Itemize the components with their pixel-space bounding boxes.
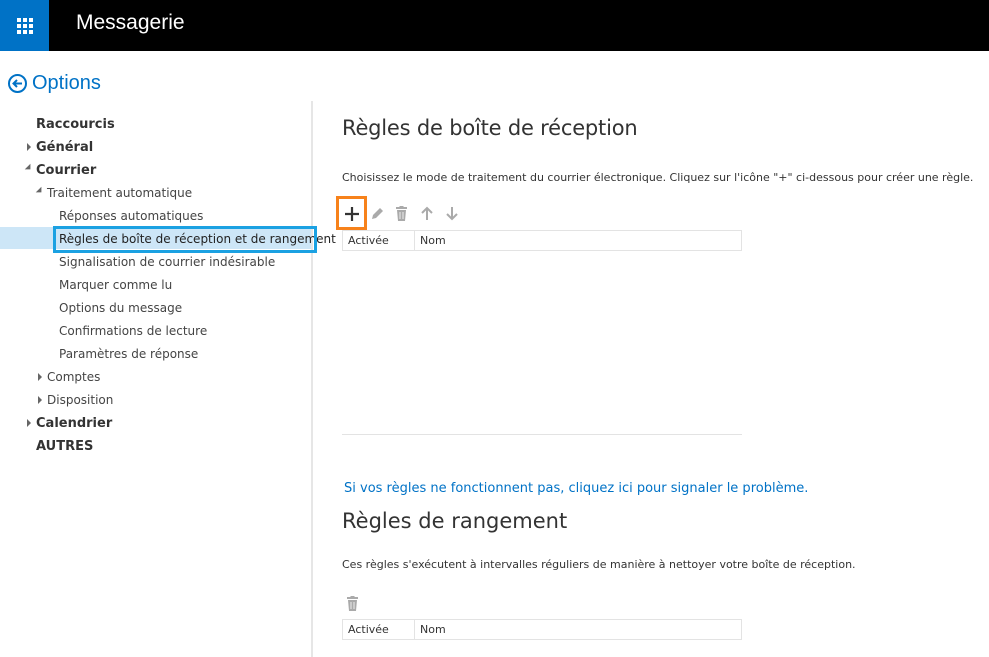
inbox-rules-table-header: Activée Nom bbox=[342, 230, 742, 251]
plus-icon[interactable] bbox=[344, 206, 360, 222]
options-back-link[interactable]: Options bbox=[8, 72, 101, 95]
sidebar-item-parametres[interactable]: Paramètres de réponse bbox=[59, 347, 198, 361]
app-launcher-icon bbox=[16, 17, 33, 34]
app-title: Messagerie bbox=[76, 11, 185, 34]
report-problem-link[interactable]: Si vos règles ne fonctionnent pas, cliqu… bbox=[344, 481, 808, 496]
sidebar-item-options-message[interactable]: Options du message bbox=[59, 301, 182, 315]
sidebar-item-reponses[interactable]: Réponses automatiques bbox=[59, 209, 203, 223]
expand-arrow-icon[interactable] bbox=[38, 396, 42, 404]
pencil-icon[interactable] bbox=[370, 206, 385, 221]
collapse-arrow-icon[interactable] bbox=[24, 163, 34, 173]
sidebar-item-confirmations[interactable]: Confirmations de lecture bbox=[59, 324, 207, 338]
sidebar-divider bbox=[311, 101, 313, 657]
expand-arrow-icon[interactable] bbox=[27, 419, 31, 427]
column-header-nom[interactable]: Nom bbox=[415, 620, 741, 639]
table-bottom-divider bbox=[342, 434, 742, 435]
sidebar-item-traitement[interactable]: Traitement automatique bbox=[47, 186, 192, 200]
arrow-down-icon[interactable] bbox=[445, 206, 459, 221]
options-label: Options bbox=[32, 72, 101, 94]
sweep-rules-description: Ces règles s'exécutent à intervalles rég… bbox=[342, 558, 856, 571]
inbox-rules-title: Règles de boîte de réception bbox=[342, 116, 638, 140]
top-bar: Messagerie bbox=[0, 0, 989, 51]
column-header-activee[interactable]: Activée bbox=[343, 231, 415, 250]
back-arrow-icon bbox=[8, 74, 27, 93]
app-launcher-button[interactable] bbox=[0, 0, 49, 51]
sidebar-item-courrier[interactable]: Courrier bbox=[36, 163, 96, 178]
arrow-up-icon[interactable] bbox=[420, 206, 434, 221]
sidebar-item-raccourcis[interactable]: Raccourcis bbox=[36, 117, 115, 132]
sidebar-item-disposition[interactable]: Disposition bbox=[47, 393, 113, 407]
trash-icon[interactable] bbox=[346, 596, 359, 611]
expand-arrow-icon[interactable] bbox=[38, 373, 42, 381]
sidebar-item-calendrier[interactable]: Calendrier bbox=[36, 416, 112, 431]
sidebar-item-signalisation[interactable]: Signalisation de courrier indésirable bbox=[59, 255, 275, 269]
inbox-rules-description: Choisissez le mode de traitement du cour… bbox=[342, 171, 974, 184]
selected-item-highlight bbox=[53, 226, 317, 253]
sidebar-item-marquer[interactable]: Marquer comme lu bbox=[59, 278, 172, 292]
collapse-arrow-icon[interactable] bbox=[35, 186, 45, 196]
sweep-rules-title: Règles de rangement bbox=[342, 509, 568, 533]
sidebar-item-comptes[interactable]: Comptes bbox=[47, 370, 100, 384]
sidebar-item-autres[interactable]: AUTRES bbox=[36, 439, 93, 454]
column-header-activee[interactable]: Activée bbox=[343, 620, 415, 639]
sweep-rules-table-header: Activée Nom bbox=[342, 619, 742, 640]
trash-icon[interactable] bbox=[395, 206, 408, 221]
sidebar-item-general[interactable]: Général bbox=[36, 140, 93, 155]
column-header-nom[interactable]: Nom bbox=[415, 231, 741, 250]
expand-arrow-icon[interactable] bbox=[27, 143, 31, 151]
